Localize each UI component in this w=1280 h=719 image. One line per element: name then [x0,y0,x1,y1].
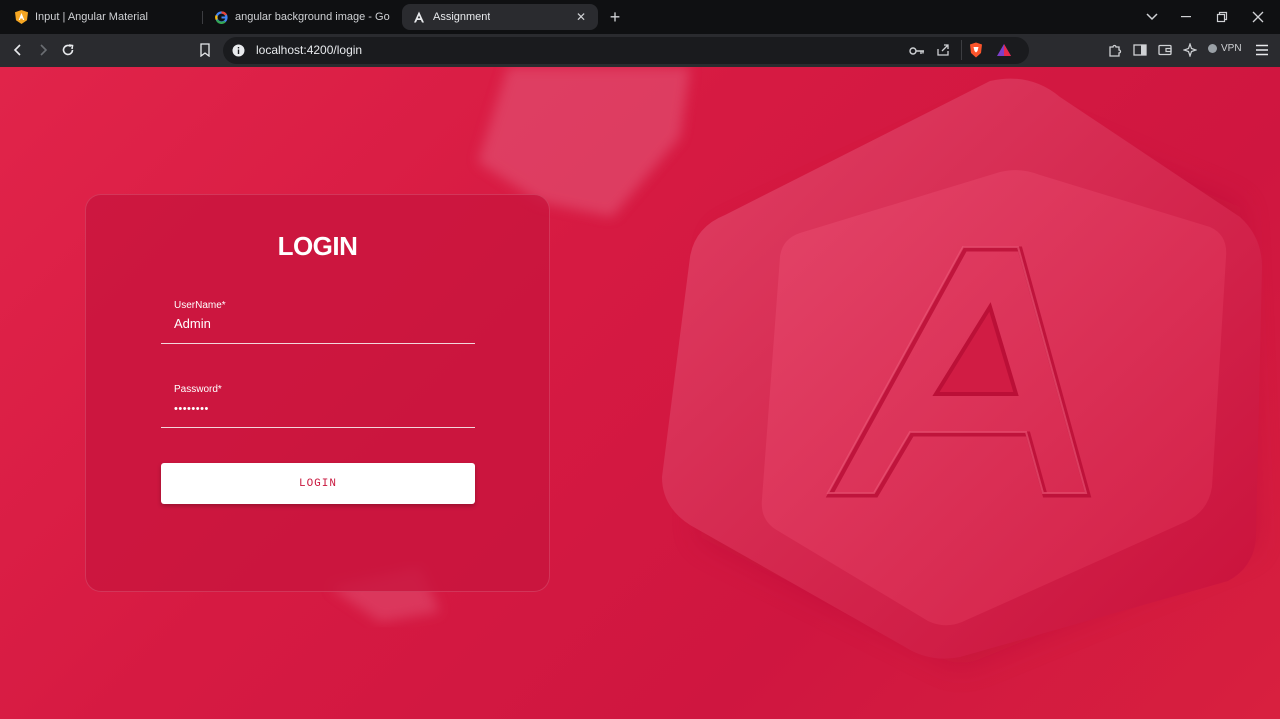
extensions-puzzle-icon[interactable] [1106,41,1124,59]
login-title: LOGIN [277,231,358,261]
url-text[interactable]: localhost:4200/login [256,43,362,57]
vpn-button[interactable]: VPN [1208,43,1242,54]
share-icon[interactable] [936,43,950,62]
minimize-icon[interactable] [1176,7,1196,27]
tab-title: Assignment [433,11,491,23]
browser-toolbar: localhost:4200/login VPN [0,34,1280,67]
menu-hamburger-icon[interactable] [1253,41,1271,59]
sidebar-icon[interactable] [1131,41,1149,59]
password-input[interactable] [174,403,454,415]
tab-separator [202,11,203,24]
divider [961,40,962,60]
login-card: LOGIN UserName* Password* LOGIN [85,194,550,592]
login-button[interactable]: LOGIN [161,463,475,504]
tab-google-search[interactable]: angular background image - Google [204,4,400,30]
tab-strip: Input | Angular Material angular backgro… [0,0,1280,34]
angular-a-icon [412,10,426,24]
wallet-icon[interactable] [1156,41,1174,59]
restore-icon[interactable] [1212,7,1232,27]
page-viewport: LOGIN UserName* Password* LOGIN [0,67,1280,719]
close-tab-icon[interactable]: ✕ [574,10,588,24]
forward-arrow-icon[interactable] [34,41,52,59]
address-bar[interactable]: localhost:4200/login [223,37,1029,64]
username-input[interactable] [174,316,454,331]
google-g-icon [214,10,228,24]
chevron-down-icon[interactable] [1142,7,1162,27]
brave-rewards-triangle-icon[interactable] [996,43,1012,62]
tab-input-angular-material[interactable]: Input | Angular Material [4,4,202,30]
angular-material-shield-icon [14,10,28,24]
site-info-icon[interactable] [232,44,245,62]
brave-shield-icon[interactable] [969,42,983,63]
bookmark-icon[interactable] [196,41,214,59]
tab-title: angular background image - Google [235,11,390,23]
vpn-label: VPN [1221,43,1242,54]
tab-assignment[interactable]: Assignment ✕ [402,4,598,30]
username-label: UserName* [174,300,226,311]
leo-ai-icon[interactable] [1181,41,1199,59]
key-icon[interactable] [909,44,925,62]
password-label: Password* [174,384,222,395]
vpn-status-icon [1208,44,1217,53]
tab-title: Input | Angular Material [35,11,148,23]
reload-icon[interactable] [59,41,77,59]
close-window-icon[interactable] [1248,7,1268,27]
password-field[interactable]: Password* [161,384,475,428]
back-arrow-icon[interactable] [9,41,27,59]
username-field[interactable]: UserName* [161,300,475,344]
new-tab-icon[interactable]: + [606,7,624,27]
